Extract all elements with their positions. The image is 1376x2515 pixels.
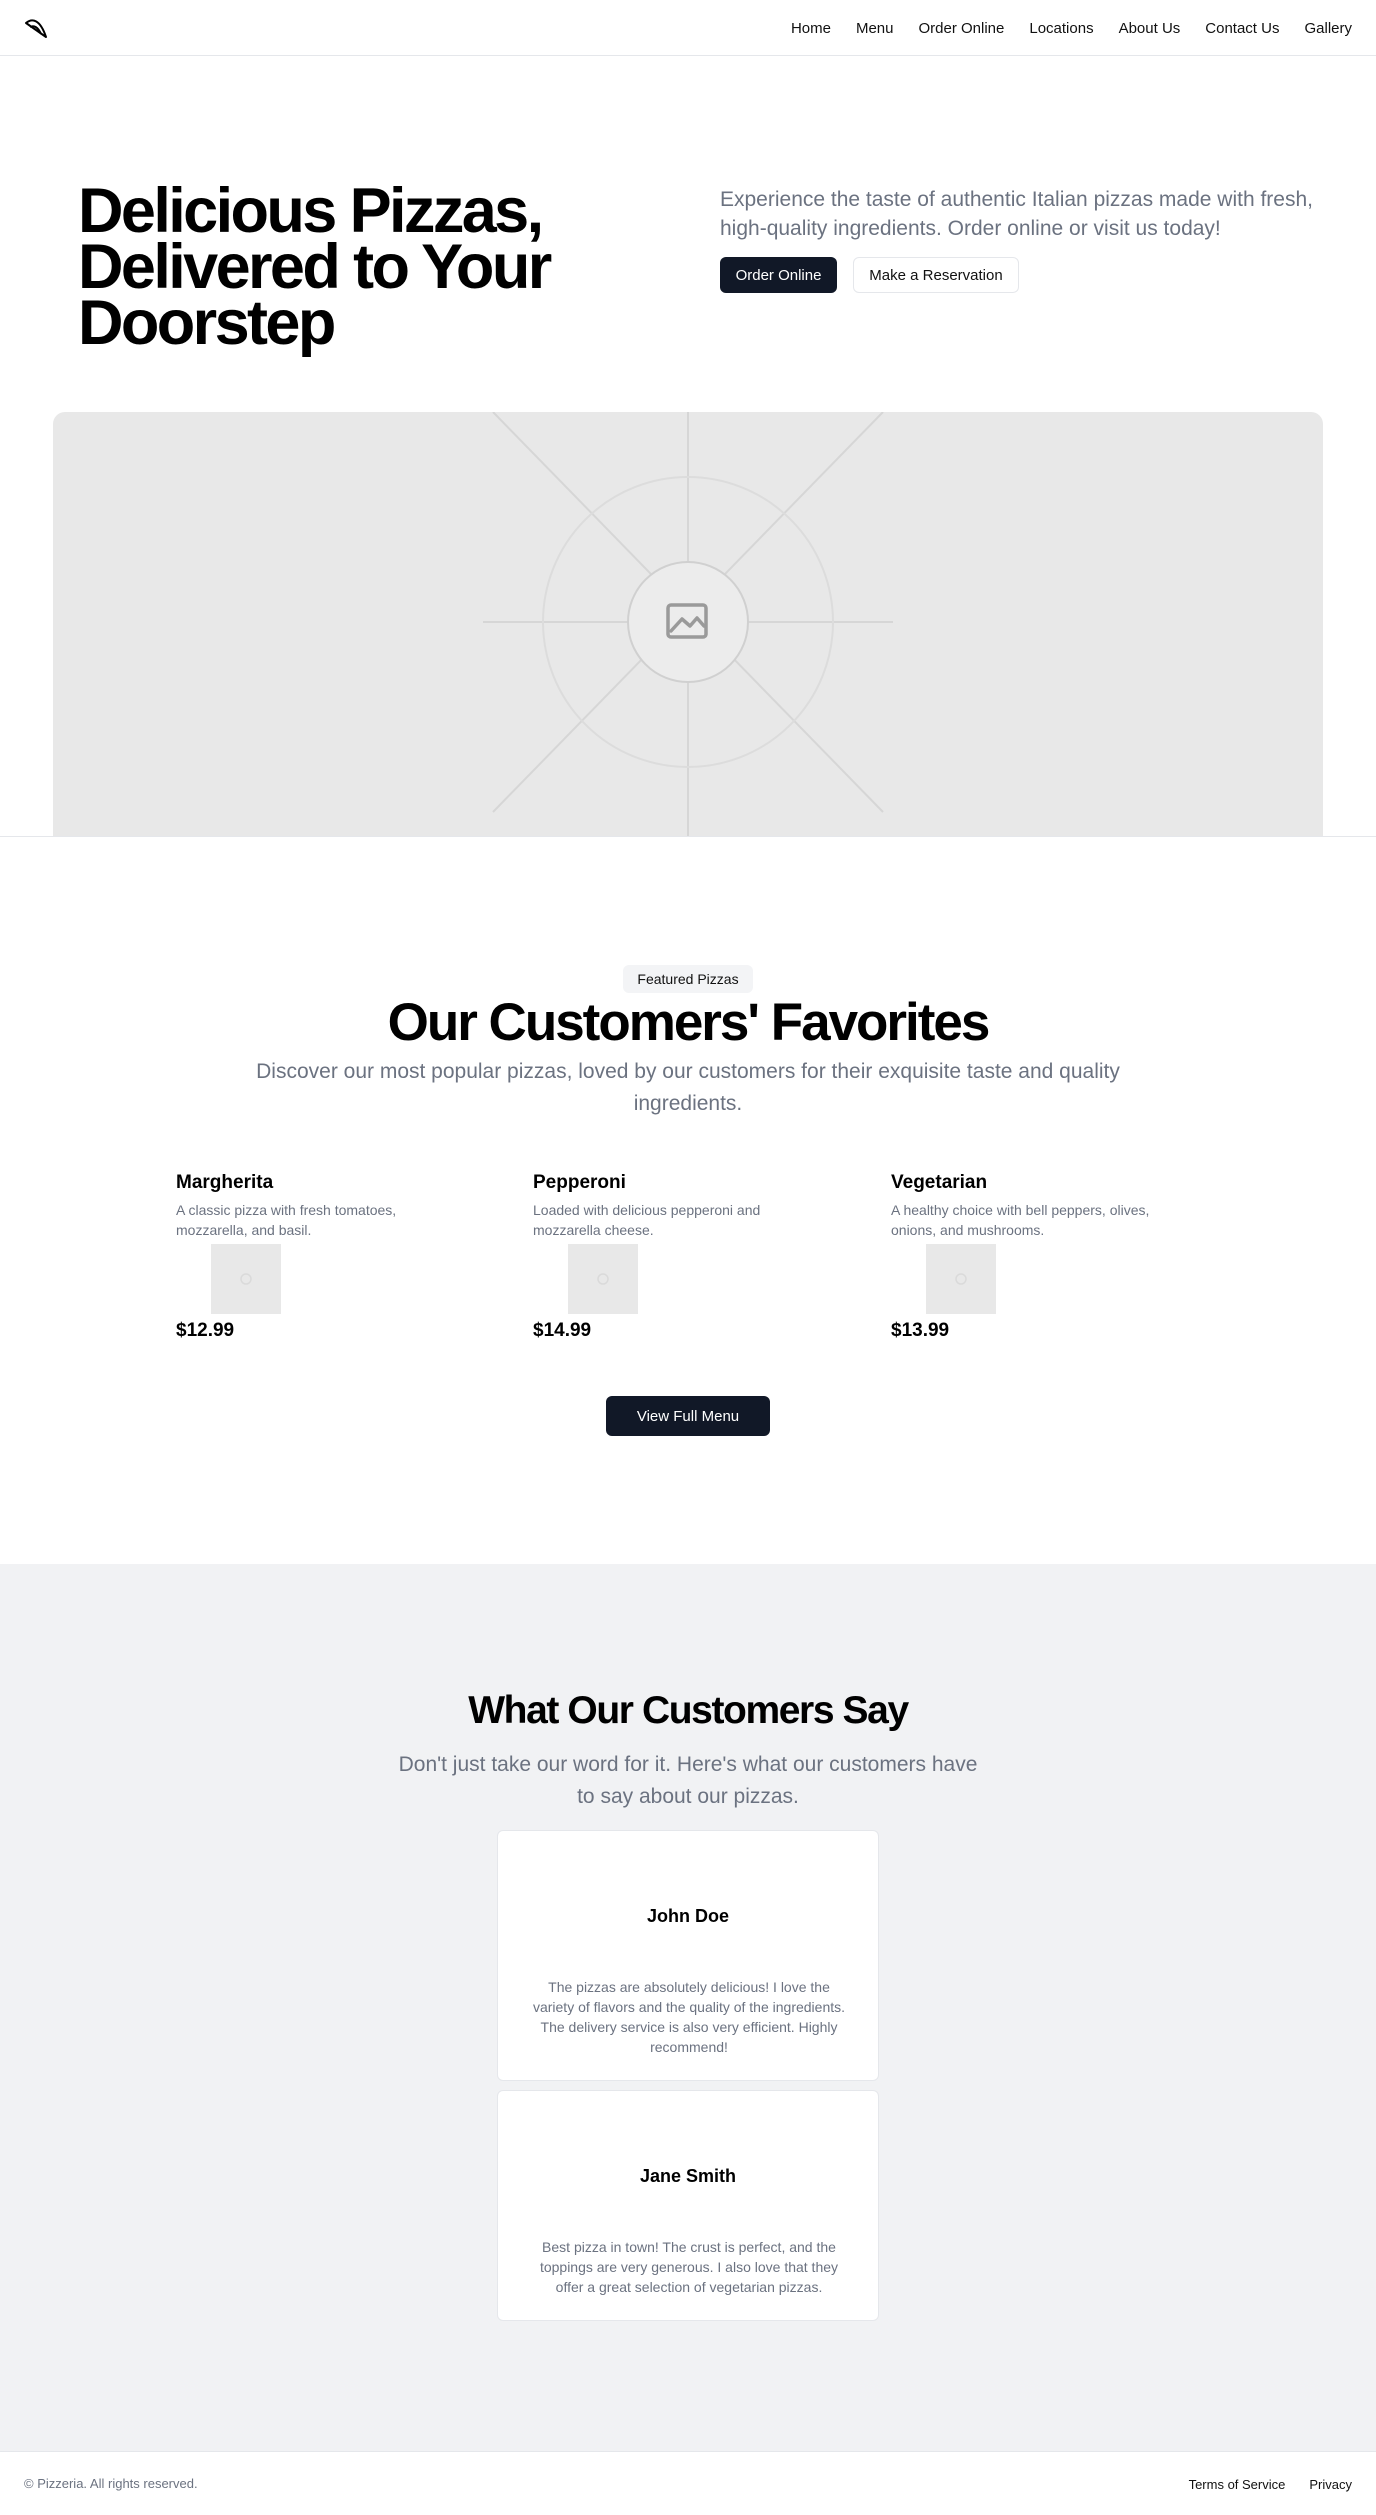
featured-title: Our Customers' Favorites [387, 993, 991, 1052]
pizza-card-vegetarian[interactable]: Vegetarian A healthy choice with bell pe… [891, 1170, 1191, 1342]
testimonial-quote: Best pizza in town! The crust is perfect… [539, 2239, 839, 2295]
make-reservation-button[interactable]: Make a Reservation [853, 257, 1019, 293]
testimonial-card-jane-smith: Jane Smith Best pizza in town! The crust… [497, 2090, 879, 2321]
hero-image-placeholder [53, 412, 1323, 836]
nav-menu[interactable]: Menu [856, 20, 894, 37]
footer-links: Terms of Service Privacy [1189, 2452, 1352, 2515]
testimonials-title: What Our Customers Say [468, 1689, 909, 1732]
pizza-description: Loaded with delicious pepperoni and mozz… [533, 1202, 761, 1238]
site-footer: © Pizzeria. All rights reserved. Terms o… [0, 2451, 1376, 2515]
featured-subtitle: Discover our most popular pizzas, loved … [256, 1060, 1120, 1115]
view-full-menu-button[interactable]: View Full Menu [606, 1396, 770, 1436]
testimonial-quote: The pizzas are absolutely delicious! I l… [532, 1979, 846, 2055]
nav-gallery[interactable]: Gallery [1304, 20, 1352, 37]
nav-locations[interactable]: Locations [1029, 20, 1093, 37]
image-placeholder-icon [955, 1273, 967, 1285]
image-placeholder-icon [240, 1273, 252, 1285]
testimonial-card-john-doe: John Doe The pizzas are absolutely delic… [497, 1830, 879, 2081]
testimonials-subtitle: Don't just take our word for it. Here's … [398, 1753, 978, 1808]
pizza-image-placeholder [211, 1244, 281, 1314]
image-placeholder-icon [597, 1273, 609, 1285]
hero-title: Delicious Pizzas, Delivered to Your Door… [78, 176, 552, 358]
nav-about-us[interactable]: About Us [1119, 20, 1181, 37]
pizza-price: $12.99 [176, 1320, 235, 1341]
main-nav: Home Menu Order Online Locations About U… [791, 0, 1352, 56]
pizza-name: Margherita [176, 1172, 274, 1193]
pizza-description: A classic pizza with fresh tomatoes, moz… [176, 1202, 397, 1238]
hero-description: Experience the taste of authentic Italia… [720, 188, 1313, 240]
placeholder-graphic [483, 412, 893, 836]
pizza-description: A healthy choice with bell peppers, oliv… [891, 1202, 1150, 1238]
nav-contact-us[interactable]: Contact Us [1205, 20, 1279, 37]
featured-badge: Featured Pizzas [623, 965, 753, 993]
pizza-image-placeholder [568, 1244, 638, 1314]
pizza-image-placeholder [926, 1244, 996, 1314]
pizza-name: Vegetarian [891, 1172, 988, 1193]
hero-actions: Order Online Make a Reservation [720, 257, 1019, 293]
site-header: Home Menu Order Online Locations About U… [0, 0, 1376, 56]
pizza-logo-icon[interactable] [24, 17, 48, 39]
pizza-price: $14.99 [533, 1320, 592, 1341]
testimonial-author: Jane Smith [639, 2166, 737, 2186]
pizza-price: $13.99 [891, 1320, 950, 1341]
copyright-text: © Pizzeria. All rights reserved. [24, 2476, 198, 2491]
terms-of-service-link[interactable]: Terms of Service [1189, 2477, 1286, 2492]
hero-divider [0, 836, 1376, 837]
nav-home[interactable]: Home [791, 20, 831, 37]
privacy-link[interactable]: Privacy [1309, 2477, 1352, 2492]
testimonial-author: John Doe [646, 1906, 729, 1926]
order-online-button[interactable]: Order Online [720, 257, 837, 293]
nav-order-online[interactable]: Order Online [918, 20, 1004, 37]
pizza-card-pepperoni[interactable]: Pepperoni Loaded with delicious pepperon… [533, 1170, 833, 1342]
pizza-name: Pepperoni [533, 1172, 626, 1193]
pizza-card-margherita[interactable]: Margherita A classic pizza with fresh to… [176, 1170, 476, 1342]
